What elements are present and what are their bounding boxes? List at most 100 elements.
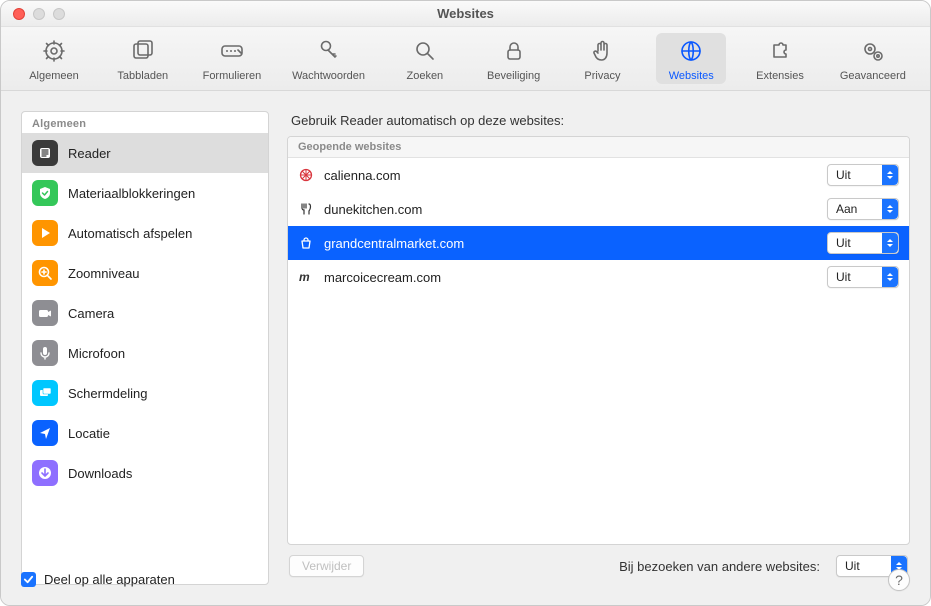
preferences-window: Websites Algemeen Tabbladen Formulieren Wac… bbox=[0, 0, 931, 606]
sidebar-item-label: Microfoon bbox=[68, 346, 125, 361]
toolbar-label: Privacy bbox=[584, 70, 620, 82]
svg-text:m: m bbox=[299, 270, 310, 284]
sidebar-item-location[interactable]: Locatie bbox=[22, 413, 268, 453]
settings-content: Gebruik Reader automatisch op deze websi… bbox=[287, 111, 910, 585]
hand-icon bbox=[588, 37, 616, 68]
website-domain: dunekitchen.com bbox=[324, 202, 817, 217]
website-row[interactable]: dunekitchen.com Aan bbox=[288, 192, 909, 226]
toolbar-general[interactable]: Algemeen bbox=[19, 33, 89, 84]
sidebar-item-screenshare[interactable]: Schermdeling bbox=[22, 373, 268, 413]
list-section-header: Geopende websites bbox=[288, 137, 909, 158]
favicon-icon bbox=[298, 167, 314, 183]
website-domain: marcoicecream.com bbox=[324, 270, 817, 285]
sidebar-item-camera[interactable]: Camera bbox=[22, 293, 268, 333]
toolbar-label: Zoeken bbox=[406, 70, 443, 82]
puzzle-icon bbox=[766, 37, 794, 68]
lock-icon bbox=[500, 37, 528, 68]
sidebar-item-zoom[interactable]: Zoomniveau bbox=[22, 253, 268, 293]
other-websites-label: Bij bezoeken van andere websites: bbox=[374, 559, 826, 574]
content-body: Algemeen Reader Materiaalblokkeringen Auto… bbox=[1, 91, 930, 605]
websites-list: Geopende websites calienna.com Uit dunek… bbox=[287, 136, 910, 545]
toolbar-label: Tabbladen bbox=[117, 70, 168, 82]
toolbar-label: Formulieren bbox=[203, 70, 262, 82]
globe-icon bbox=[677, 37, 705, 68]
dropdown-value: Uit bbox=[836, 236, 851, 250]
dropdown-stepper-icon bbox=[882, 199, 898, 219]
website-value-dropdown[interactable]: Uit bbox=[827, 164, 899, 186]
help-button[interactable]: ? bbox=[888, 569, 910, 591]
share-label: Deel op alle apparaten bbox=[44, 572, 175, 587]
gear-icon bbox=[40, 37, 68, 68]
favicon-icon bbox=[298, 201, 314, 217]
dropdown-stepper-icon bbox=[882, 233, 898, 253]
pane-title: Gebruik Reader automatisch op deze websi… bbox=[287, 111, 910, 136]
sidebar-item-label: Zoomniveau bbox=[68, 266, 140, 281]
toolbar-search[interactable]: Zoeken bbox=[390, 33, 460, 84]
share-across-devices[interactable]: Deel op alle apparaten bbox=[21, 572, 175, 587]
toolbar-tabs[interactable]: Tabbladen bbox=[108, 33, 178, 84]
shield-icon bbox=[32, 180, 58, 206]
gears-icon bbox=[859, 37, 887, 68]
toolbar-label: Beveiliging bbox=[487, 70, 540, 82]
toolbar-label: Algemeen bbox=[29, 70, 79, 82]
website-domain: grandcentralmarket.com bbox=[324, 236, 817, 251]
dropdown-value: Uit bbox=[836, 168, 851, 182]
toolbar-label: Extensies bbox=[756, 70, 804, 82]
key-icon bbox=[315, 37, 343, 68]
sidebar-item-label: Reader bbox=[68, 146, 111, 161]
toolbar-autofill[interactable]: Formulieren bbox=[197, 33, 268, 84]
tabs-icon bbox=[129, 37, 157, 68]
toolbar-websites[interactable]: Websites bbox=[656, 33, 726, 84]
website-value-dropdown[interactable]: Aan bbox=[827, 198, 899, 220]
camera-icon bbox=[32, 300, 58, 326]
sidebar-item-label: Schermdeling bbox=[68, 386, 148, 401]
location-icon bbox=[32, 420, 58, 446]
favicon-icon: m bbox=[298, 269, 314, 285]
sidebar-item-autoplay[interactable]: Automatisch afspelen bbox=[22, 213, 268, 253]
window-title: Websites bbox=[1, 6, 930, 21]
dropdown-stepper-icon bbox=[882, 267, 898, 287]
toolbar-security[interactable]: Beveiliging bbox=[479, 33, 549, 84]
remove-button[interactable]: Verwijder bbox=[289, 555, 364, 577]
play-icon bbox=[32, 220, 58, 246]
sidebar-item-reader[interactable]: Reader bbox=[22, 133, 268, 173]
dropdown-value: Aan bbox=[836, 202, 857, 216]
settings-sidebar: Algemeen Reader Materiaalblokkeringen Auto… bbox=[21, 111, 269, 585]
sidebar-section-header: Algemeen bbox=[22, 112, 268, 133]
dropdown-value: Uit bbox=[836, 270, 851, 284]
share-checkbox[interactable] bbox=[21, 572, 36, 587]
sidebar-item-blockers[interactable]: Materiaalblokkeringen bbox=[22, 173, 268, 213]
website-row[interactable]: calienna.com Uit bbox=[288, 158, 909, 192]
website-row[interactable]: m marcoicecream.com Uit bbox=[288, 260, 909, 294]
website-domain: calienna.com bbox=[324, 168, 817, 183]
toolbar-extensions[interactable]: Extensies bbox=[745, 33, 815, 84]
toolbar-advanced[interactable]: Geavanceerd bbox=[834, 33, 912, 84]
sidebar-item-label: Locatie bbox=[68, 426, 110, 441]
autofill-icon bbox=[218, 37, 246, 68]
sidebar-item-label: Automatisch afspelen bbox=[68, 226, 192, 241]
reader-icon bbox=[32, 140, 58, 166]
toolbar-privacy[interactable]: Privacy bbox=[567, 33, 637, 84]
sidebar-item-microphone[interactable]: Microfoon bbox=[22, 333, 268, 373]
titlebar: Websites bbox=[1, 1, 930, 27]
website-value-dropdown[interactable]: Uit bbox=[827, 266, 899, 288]
sidebar-item-label: Camera bbox=[68, 306, 114, 321]
toolbar-label: Websites bbox=[669, 70, 714, 82]
toolbar-label: Geavanceerd bbox=[840, 70, 906, 82]
screen-icon bbox=[32, 380, 58, 406]
pane-footer: Verwijder Bij bezoeken van andere websit… bbox=[287, 545, 910, 585]
mic-icon bbox=[32, 340, 58, 366]
toolbar-passwords[interactable]: Wachtwoorden bbox=[286, 33, 371, 84]
download-icon bbox=[32, 460, 58, 486]
website-value-dropdown[interactable]: Uit bbox=[827, 232, 899, 254]
dropdown-stepper-icon bbox=[882, 165, 898, 185]
sidebar-item-downloads[interactable]: Downloads bbox=[22, 453, 268, 493]
website-row[interactable]: grandcentralmarket.com Uit bbox=[288, 226, 909, 260]
favicon-icon bbox=[298, 235, 314, 251]
search-icon bbox=[411, 37, 439, 68]
zoom-icon bbox=[32, 260, 58, 286]
toolbar-label: Wachtwoorden bbox=[292, 70, 365, 82]
sidebar-item-label: Downloads bbox=[68, 466, 132, 481]
preferences-toolbar: Algemeen Tabbladen Formulieren Wachtwoorden… bbox=[1, 27, 930, 91]
sidebar-item-label: Materiaalblokkeringen bbox=[68, 186, 195, 201]
